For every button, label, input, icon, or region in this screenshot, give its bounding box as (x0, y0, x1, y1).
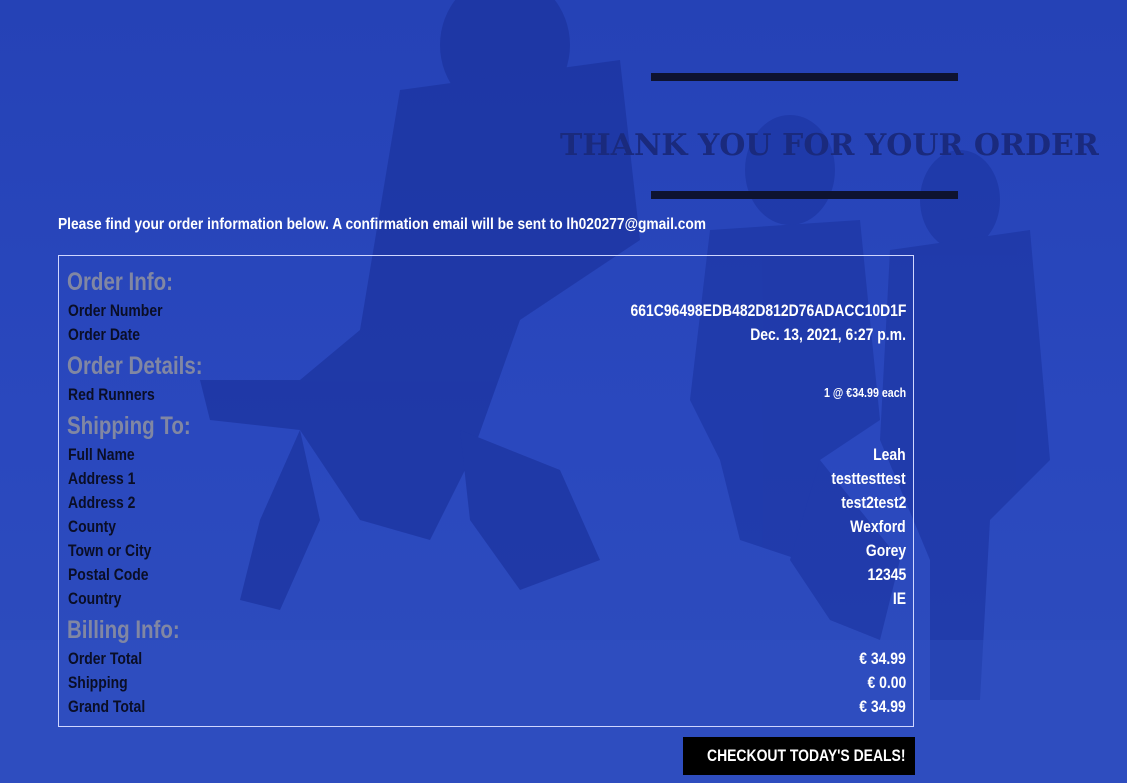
full-name-value: Leah (873, 445, 906, 464)
order-total-value: € 34.99 (859, 649, 906, 668)
order-number-label: Order Number (68, 301, 163, 320)
order-date-label: Order Date (68, 325, 141, 344)
grand-total-value: € 34.99 (859, 697, 906, 716)
line-item-name: Red Runners (68, 385, 155, 404)
order-number-value: 661C96498EDB482D812D76ADACC10D1F (630, 301, 906, 320)
checkout-deals-button[interactable]: CHECKOUT TODAY'S DEALS! (683, 737, 915, 775)
order-summary-card: Order Info: Order Number 661C96498EDB482… (58, 255, 914, 727)
order-confirmation-page: THANK YOU FOR YOUR ORDER Please find you… (0, 0, 1127, 783)
shipping-cost-value: € 0.00 (867, 673, 906, 692)
order-total-label: Order Total (68, 649, 143, 668)
address-2-label: Address 2 (68, 493, 136, 512)
town-label: Town or City (68, 541, 152, 560)
title-bottom-rule (651, 191, 958, 199)
order-info-heading: Order Info: (67, 268, 173, 296)
billing-heading: Billing Info: (67, 616, 180, 644)
country-label: Country (68, 589, 122, 608)
county-label: County (68, 517, 117, 536)
shipping-heading: Shipping To: (67, 412, 191, 440)
shipping-cost-label: Shipping (68, 673, 128, 692)
order-date-value: Dec. 13, 2021, 6:27 p.m. (750, 325, 906, 344)
postal-code-label: Postal Code (68, 565, 149, 584)
address-2-value: test2test2 (840, 493, 906, 512)
town-value: Gorey (865, 541, 906, 560)
confirmation-message: Please find your order information below… (58, 216, 707, 233)
order-details-heading: Order Details: (67, 352, 203, 380)
title-top-rule (651, 73, 958, 81)
grand-total-label: Grand Total (68, 697, 146, 716)
page-title: THANK YOU FOR YOUR ORDER (560, 128, 1099, 163)
country-value: IE (892, 589, 906, 608)
full-name-label: Full Name (68, 445, 135, 464)
checkout-deals-label: CHECKOUT TODAY'S DEALS! (707, 746, 906, 765)
line-item-quantity-price: 1 @ €34.99 each (823, 385, 906, 400)
address-1-value: testtesttest (831, 469, 906, 488)
postal-code-value: 12345 (867, 565, 906, 584)
address-1-label: Address 1 (68, 469, 136, 488)
county-value: Wexford (850, 517, 906, 536)
